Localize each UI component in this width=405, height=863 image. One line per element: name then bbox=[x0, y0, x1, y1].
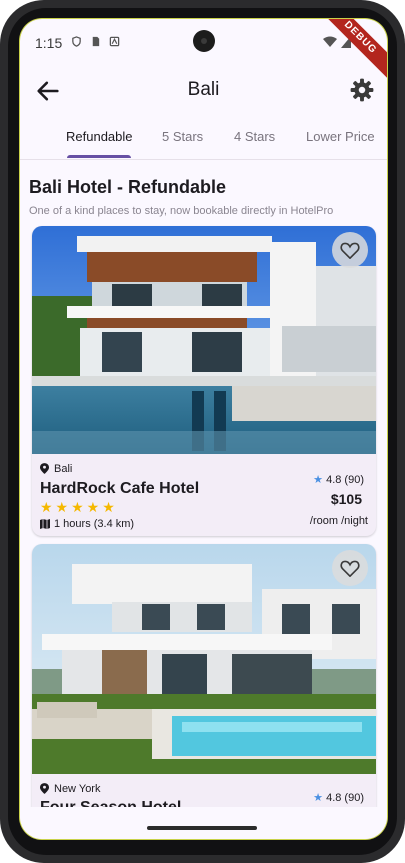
heart-icon bbox=[340, 560, 360, 577]
sim-icon bbox=[92, 36, 100, 47]
notification-icon bbox=[109, 36, 120, 47]
hotel-name: HardRock Cafe Hotel bbox=[40, 480, 200, 497]
hotel-rating-value: 4.8 (90) bbox=[326, 792, 364, 804]
location-pin-icon bbox=[40, 783, 49, 794]
section-subtitle: One of a kind places to stay, now bookab… bbox=[29, 205, 334, 217]
location-pin-icon bbox=[40, 463, 49, 474]
hotel-photo bbox=[32, 226, 376, 454]
tab-bar: Refundable 5 Stars 4 Stars Lower Price bbox=[20, 119, 387, 160]
hotel-price: $105 bbox=[330, 491, 362, 507]
status-time: 1:15 bbox=[35, 35, 63, 51]
page-title: Bali bbox=[187, 79, 220, 100]
tab-indicator bbox=[67, 155, 131, 158]
bottom-gesture-area bbox=[20, 807, 387, 839]
status-bar: 1:15 DEBUG bbox=[20, 19, 387, 84]
hotel-location: Bali bbox=[54, 463, 73, 475]
gear-icon[interactable] bbox=[349, 77, 375, 103]
star-rating: ★★★★★ bbox=[40, 499, 118, 515]
hotel-distance: 1 hours (3.4 km) bbox=[54, 518, 135, 530]
hotel-rating-value: 4.8 (90) bbox=[326, 474, 364, 486]
hotel-rating: ★ 4.8 (90) bbox=[313, 791, 364, 804]
tab-refundable[interactable]: Refundable bbox=[66, 129, 133, 144]
tab-4-stars[interactable]: 4 Stars bbox=[234, 129, 275, 144]
front-camera bbox=[193, 30, 215, 52]
hotel-location: New York bbox=[54, 783, 101, 795]
wifi-icon bbox=[323, 36, 337, 47]
map-icon bbox=[40, 519, 50, 529]
hotel-photo bbox=[32, 544, 376, 774]
rating-star-icon: ★ bbox=[313, 474, 324, 486]
shield-icon bbox=[72, 36, 81, 47]
hotel-card[interactable]: Bali HardRock Cafe Hotel ★★★★★ 1 hours (… bbox=[32, 226, 376, 536]
device-frame: 1:15 DEBUG Bali Refundable 5 Stars 4 Sta… bbox=[0, 0, 405, 863]
tab-5-stars[interactable]: 5 Stars bbox=[162, 129, 203, 144]
favorite-button[interactable] bbox=[332, 232, 368, 268]
app-screen: 1:15 DEBUG Bali Refundable 5 Stars 4 Sta… bbox=[20, 19, 387, 839]
hotel-card[interactable]: New York Four Season Hotel ★ 4.8 (90) bbox=[32, 544, 376, 839]
rating-star-icon: ★ bbox=[313, 792, 324, 804]
price-unit: /room /night bbox=[309, 515, 368, 527]
favorite-button[interactable] bbox=[332, 550, 368, 586]
heart-icon bbox=[340, 242, 360, 259]
hotel-rating: ★ 4.8 (90) bbox=[313, 473, 364, 486]
tab-lower-price[interactable]: Lower Price bbox=[306, 129, 375, 144]
home-indicator[interactable] bbox=[147, 826, 257, 830]
app-bar: Bali bbox=[20, 63, 387, 119]
section-title: Bali Hotel - Refundable bbox=[29, 177, 227, 197]
